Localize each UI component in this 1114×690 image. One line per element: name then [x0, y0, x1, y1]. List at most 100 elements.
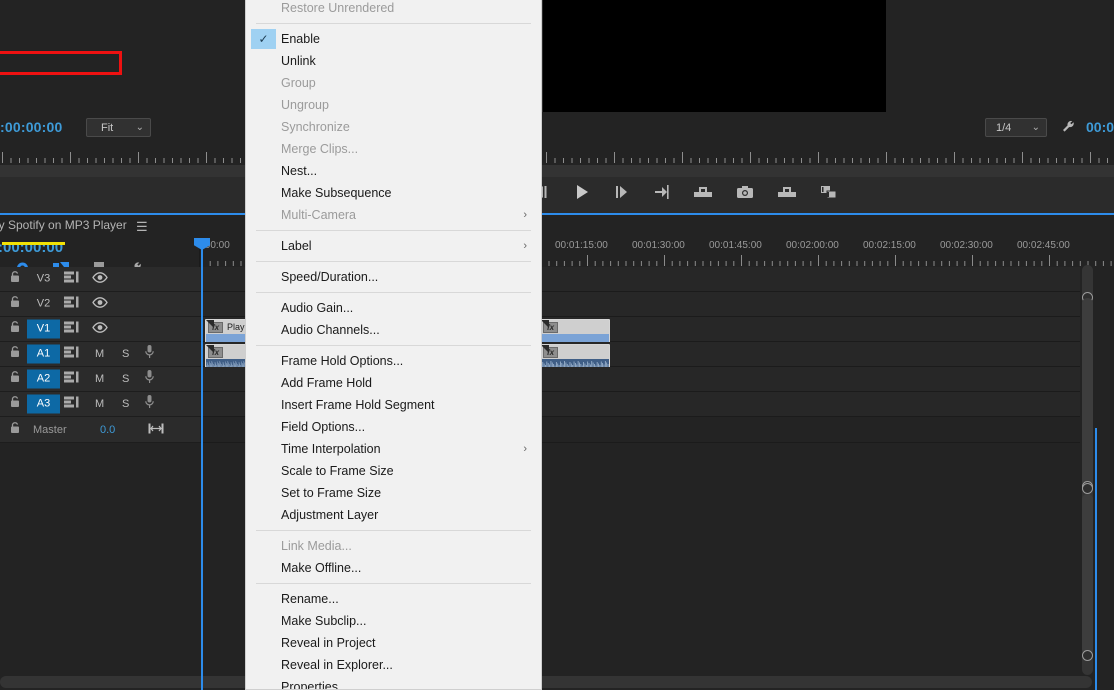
vscroll-thumb-lower[interactable]	[1082, 494, 1093, 654]
play-stop-icon[interactable]	[573, 183, 591, 201]
program-monitor-ruler[interactable]	[0, 145, 1114, 165]
voice-record-button[interactable]	[144, 369, 155, 389]
menu-item-make-subsequence[interactable]: Make Subsequence	[246, 182, 541, 204]
sync-lock-icon	[64, 296, 79, 308]
menu-item-restore-unrendered[interactable]: Restore Unrendered	[246, 0, 541, 19]
menu-item-add-frame-hold[interactable]: Add Frame Hold	[246, 372, 541, 394]
vscroll-bottom-handle[interactable]	[1082, 650, 1093, 661]
track-header-master[interactable]: Master 0.0	[0, 417, 200, 443]
master-label: Master	[33, 424, 67, 436]
track-output-toggle[interactable]	[92, 320, 108, 338]
menu-item-frame-hold-options[interactable]: Frame Hold Options...	[246, 350, 541, 372]
menu-item-properties[interactable]: Properties	[246, 676, 541, 690]
menu-item-label: Add Frame Hold	[281, 376, 372, 390]
menu-item-synchronize[interactable]: Synchronize	[246, 116, 541, 138]
track-lock-toggle[interactable]	[10, 370, 21, 388]
menu-item-rename[interactable]: Rename...	[246, 588, 541, 610]
overwrite-icon[interactable]	[819, 184, 839, 200]
track-lock-toggle[interactable]	[10, 320, 21, 338]
solo-track-button[interactable]: S	[122, 373, 129, 385]
track-header-V2[interactable]: V2	[0, 292, 200, 317]
menu-item-enable[interactable]: ✓Enable	[246, 28, 541, 50]
sync-lock-toggle[interactable]	[64, 320, 79, 338]
menu-item-nest[interactable]: Nest...	[246, 160, 541, 182]
track-output-toggle[interactable]	[92, 295, 108, 313]
track-lock-toggle[interactable]	[10, 270, 21, 288]
track-header-A3[interactable]: A3 M S	[0, 392, 200, 417]
menu-item-label[interactable]: Label›	[246, 235, 541, 257]
menu-item-scale-to-frame-size[interactable]: Scale to Frame Size	[246, 460, 541, 482]
mute-track-button[interactable]: M	[95, 373, 104, 385]
menu-item-make-subclip[interactable]: Make Subclip...	[246, 610, 541, 632]
track-header-A1[interactable]: A1 M S	[0, 342, 200, 367]
track-lock-toggle[interactable]	[10, 395, 21, 413]
track-lock-toggle[interactable]	[10, 295, 21, 313]
monitor-ruler-ticks	[0, 149, 1114, 165]
sequence-tab[interactable]: ay Spotify on MP3 Player	[0, 218, 127, 232]
clip-header: fx	[541, 345, 609, 359]
menu-item-ungroup[interactable]: Ungroup	[246, 94, 541, 116]
sync-lock-toggle[interactable]	[64, 345, 79, 363]
program-monitor-scrollbar[interactable]	[0, 165, 1114, 177]
track-name-A2[interactable]: A2	[27, 370, 60, 389]
track-lock-toggle[interactable]	[10, 345, 21, 363]
solo-track-button[interactable]: S	[122, 398, 129, 410]
settings-wrench-icon[interactable]	[1060, 118, 1078, 136]
mute-track-button[interactable]: M	[95, 348, 104, 360]
insert-icon[interactable]	[777, 184, 797, 200]
sync-lock-toggle[interactable]	[64, 270, 79, 288]
export-frame-icon[interactable]	[735, 184, 755, 200]
menu-item-reveal-in-project[interactable]: Reveal in Project	[246, 632, 541, 654]
track-name-V1[interactable]: V1	[27, 320, 60, 339]
menu-item-insert-frame-hold-segment[interactable]: Insert Frame Hold Segment	[246, 394, 541, 416]
program-monitor-timecode[interactable]: :00:00:00	[0, 119, 63, 135]
track-header-A2[interactable]: A2 M S	[0, 367, 200, 392]
track-output-toggle[interactable]	[92, 270, 108, 288]
menu-item-set-to-frame-size[interactable]: Set to Frame Size	[246, 482, 541, 504]
mute-track-button[interactable]: M	[95, 398, 104, 410]
master-level-value[interactable]: 0.0	[100, 424, 115, 436]
sync-lock-toggle[interactable]	[64, 295, 79, 313]
step-forward-icon[interactable]	[613, 184, 631, 200]
ruler-label: 00:02:30:00	[940, 240, 993, 251]
sync-lock-toggle[interactable]	[64, 395, 79, 413]
extract-icon[interactable]	[693, 184, 713, 200]
lift-icon[interactable]	[653, 184, 671, 200]
menu-item-adjustment-layer[interactable]: Adjustment Layer	[246, 504, 541, 526]
menu-item-multi-camera[interactable]: Multi-Camera›	[246, 204, 541, 226]
track-name-A1[interactable]: A1	[27, 345, 60, 364]
menu-item-reveal-in-explorer[interactable]: Reveal in Explorer...	[246, 654, 541, 676]
clip-context-menu[interactable]: Restore Unrendered ✓EnableUnlinkGroupUngr…	[245, 0, 542, 690]
solo-track-button[interactable]: S	[122, 348, 129, 360]
track-name-V2[interactable]: V2	[27, 295, 60, 314]
timeline-horizontal-scrollbar[interactable]	[0, 676, 1092, 688]
menu-item-make-offline[interactable]: Make Offline...	[246, 557, 541, 579]
menu-item-group[interactable]: Group	[246, 72, 541, 94]
submenu-arrow-icon: ›	[523, 204, 527, 226]
menu-item-audio-gain[interactable]: Audio Gain...	[246, 297, 541, 319]
vscroll-thumb[interactable]	[1082, 298, 1093, 486]
clip-corner-marker	[206, 345, 214, 353]
playback-resolution-select[interactable]: 1/4 ⌄	[985, 118, 1047, 137]
menu-item-time-interpolation[interactable]: Time Interpolation›	[246, 438, 541, 460]
voice-record-button[interactable]	[144, 344, 155, 364]
menu-item-field-options[interactable]: Field Options...	[246, 416, 541, 438]
timeline-playhead[interactable]	[201, 239, 203, 690]
track-name-A3[interactable]: A3	[27, 395, 60, 414]
master-lock-icon[interactable]	[10, 421, 21, 439]
zoom-level-select[interactable]: Fit ⌄	[86, 118, 151, 137]
panel-menu-icon[interactable]: ☰	[136, 219, 148, 235]
track-name-V3[interactable]: V3	[27, 270, 60, 289]
master-meter[interactable]	[148, 421, 164, 439]
vscroll-mid-handle-b[interactable]	[1082, 483, 1093, 494]
menu-item-link-media[interactable]: Link Media...	[246, 535, 541, 557]
sync-lock-toggle[interactable]	[64, 370, 79, 388]
track-header-V1[interactable]: V1	[0, 317, 200, 342]
track-header-V3[interactable]: V3	[0, 267, 200, 292]
menu-item-unlink[interactable]: Unlink	[246, 50, 541, 72]
timeline-tracks: V3 V2 V1	[0, 267, 1114, 690]
menu-item-audio-channels[interactable]: Audio Channels...	[246, 319, 541, 341]
menu-item-merge-clips[interactable]: Merge Clips...	[246, 138, 541, 160]
menu-item-speed-duration[interactable]: Speed/Duration...	[246, 266, 541, 288]
voice-record-button[interactable]	[144, 394, 155, 414]
